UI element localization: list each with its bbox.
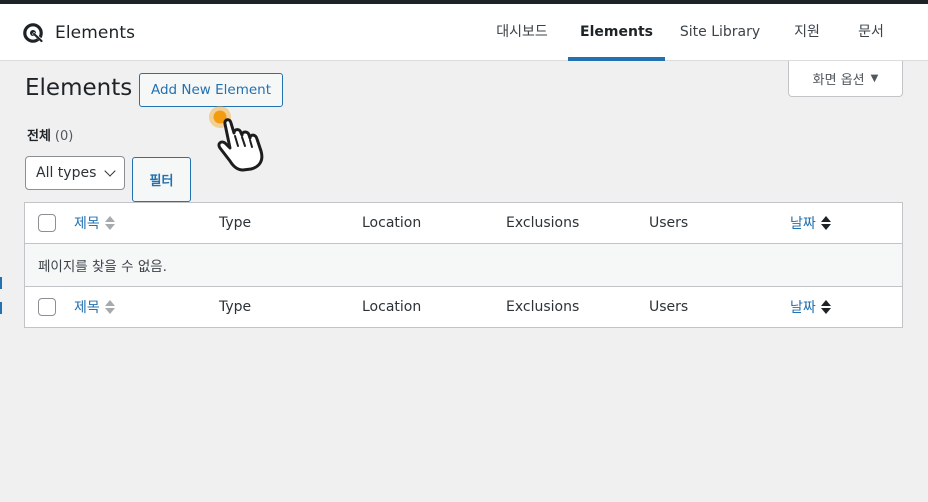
sort-icon [104, 215, 115, 231]
column-date-label: 날짜 [790, 300, 816, 316]
chevron-down-icon [104, 165, 116, 177]
view-all-count: (0) [54, 129, 74, 144]
column-location: Location [362, 299, 422, 315]
column-location: Location [362, 215, 422, 231]
filter-button[interactable]: 필터 [132, 157, 191, 202]
screen-options-label: 화면 옵션 [812, 73, 865, 88]
sort-icon [104, 299, 115, 315]
nav-elements[interactable]: Elements [568, 4, 665, 61]
nav-docs[interactable]: 문서 [846, 4, 896, 61]
brand[interactable]: Elements [22, 21, 135, 45]
table-footer-row: 제목 Type Location Exclusions Users 날짜 [25, 286, 902, 327]
type-filter-value: All types [36, 165, 97, 181]
nav-support[interactable]: 지원 [782, 4, 832, 61]
no-items-message: 페이지를 찾을 수 없음. [38, 259, 167, 275]
nav-site-library[interactable]: Site Library [673, 4, 767, 61]
views-filter: 전체 (0) [27, 125, 73, 144]
sort-icon [820, 299, 831, 315]
nav-dashboard[interactable]: 대시보드 [486, 4, 558, 61]
plugin-header: Elements 대시보드 Elements Site Library 지원 문… [0, 4, 928, 61]
generatepress-logo-icon [23, 23, 43, 43]
column-exclusions: Exclusions [506, 215, 580, 231]
active-tab-indicator [568, 57, 665, 61]
no-items-row: 페이지를 찾을 수 없음. [25, 244, 902, 286]
column-title-label: 제목 [74, 300, 100, 316]
column-type: Type [219, 299, 252, 315]
column-title-label: 제목 [74, 216, 100, 232]
column-date[interactable]: 날짜 [790, 287, 831, 327]
view-all-link[interactable]: 전체 [27, 129, 51, 144]
column-type: Type [219, 215, 252, 231]
add-new-element-button[interactable]: Add New Element [139, 73, 283, 107]
page-title: Elements [25, 75, 133, 101]
column-users: Users [649, 299, 689, 315]
left-edge-marker [0, 302, 2, 314]
elements-table: 제목 Type Location Exclusions Users 날짜 페이지… [24, 202, 903, 328]
column-date-label: 날짜 [790, 216, 816, 232]
screen-options-button[interactable]: 화면 옵션 ▼ [788, 61, 903, 97]
hand-pointer-icon [209, 106, 264, 172]
column-exclusions: Exclusions [506, 299, 580, 315]
column-title[interactable]: 제목 [74, 203, 115, 243]
select-all-checkbox[interactable] [38, 214, 56, 232]
type-filter-select[interactable]: All types [25, 156, 125, 190]
sort-icon [820, 215, 831, 231]
column-date[interactable]: 날짜 [790, 203, 831, 243]
column-users: Users [649, 215, 689, 231]
column-title[interactable]: 제목 [74, 287, 115, 327]
brand-name: Elements [55, 23, 136, 43]
caret-down-icon: ▼ [870, 73, 879, 84]
left-edge-marker [0, 277, 2, 289]
select-all-checkbox[interactable] [38, 298, 56, 316]
table-header-row: 제목 Type Location Exclusions Users 날짜 [25, 203, 902, 244]
